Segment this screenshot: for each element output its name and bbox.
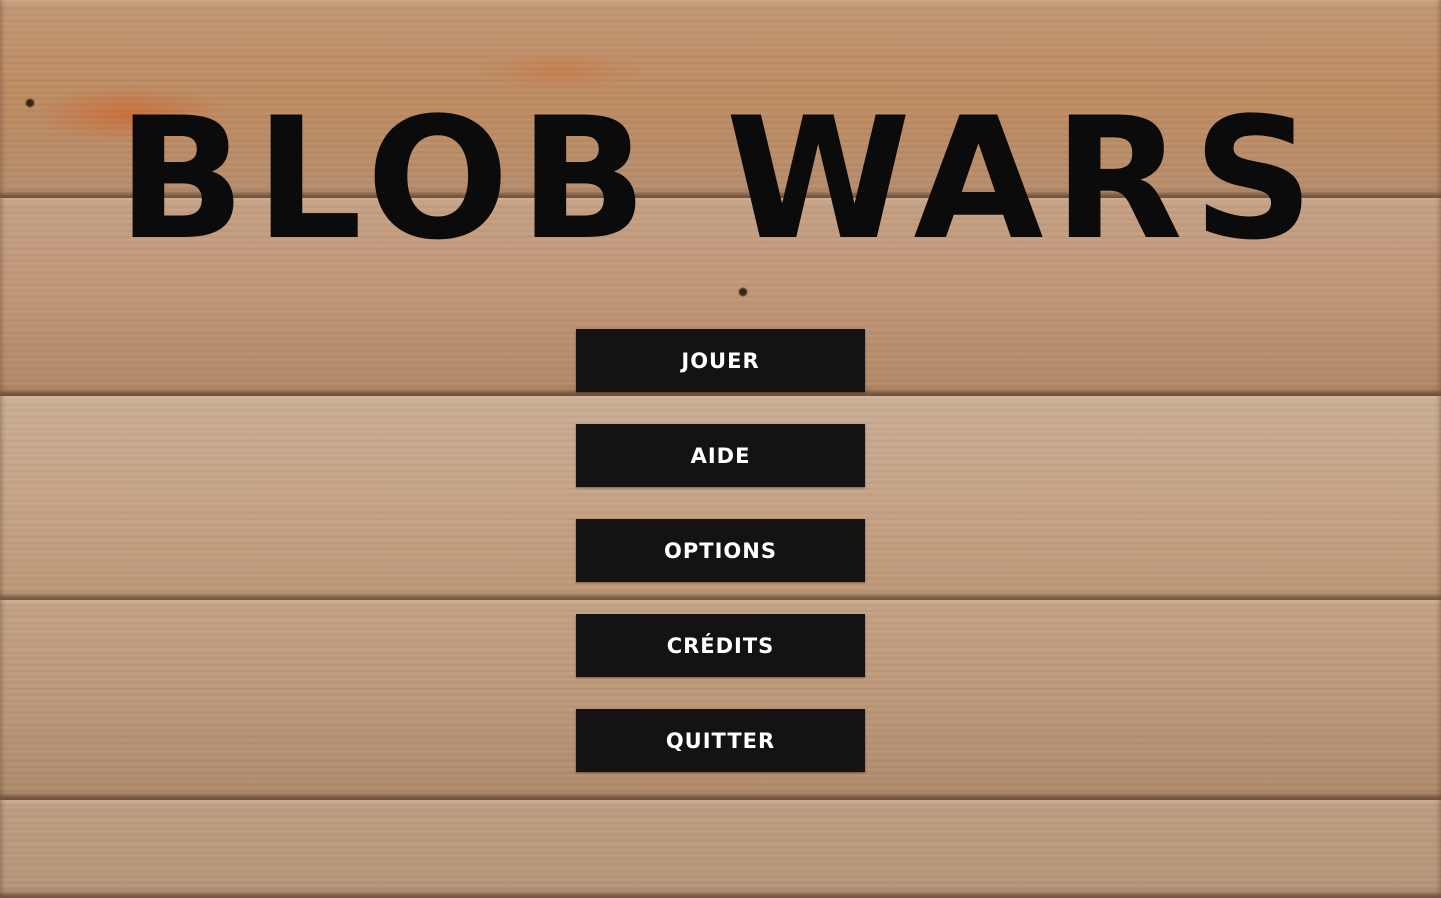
help-button[interactable]: AIDE [576, 424, 865, 487]
game-title: BLOB WARS [117, 81, 1324, 277]
wood-plank [0, 800, 1441, 898]
main-menu-screen: BLOB WARS JOUER AIDE OPTIONS CRÉDITS QUI… [0, 0, 1441, 898]
credits-button[interactable]: CRÉDITS [576, 614, 865, 677]
quit-button[interactable]: QUITTER [576, 709, 865, 772]
options-button[interactable]: OPTIONS [576, 519, 865, 582]
play-button[interactable]: JOUER [576, 329, 865, 392]
wood-knot [738, 287, 748, 297]
main-menu: JOUER AIDE OPTIONS CRÉDITS QUITTER [576, 329, 865, 804]
